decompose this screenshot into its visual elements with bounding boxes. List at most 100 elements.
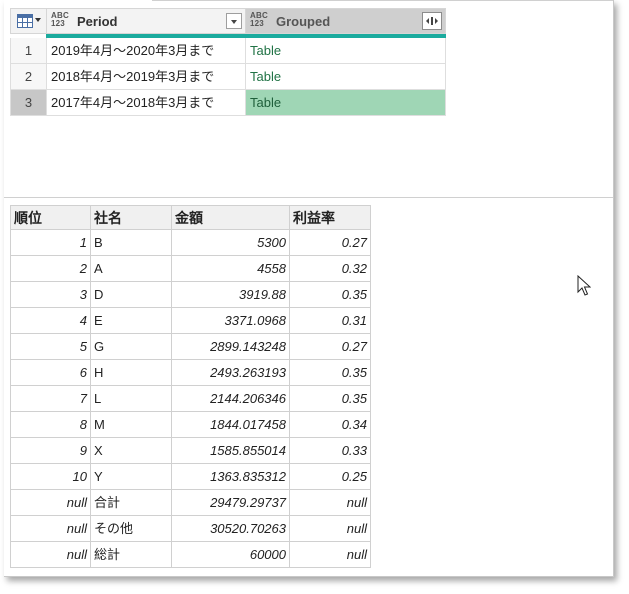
expand-columns-icon (426, 17, 438, 25)
preview-row: 6 H 2493.263193 0.35 (10, 360, 371, 386)
amount-cell: 1844.017458 (172, 412, 290, 438)
expand-columns-button[interactable] (422, 12, 442, 30)
company-cell: 合計 (91, 490, 172, 516)
preview-row: 5 G 2899.143248 0.27 (10, 334, 371, 360)
table-icon (17, 14, 33, 28)
company-cell: その他 (91, 516, 172, 542)
grouped-table-link[interactable]: Table (246, 64, 446, 90)
preview-splitter[interactable] (4, 197, 613, 198)
grouped-table-link[interactable]: Table (246, 38, 446, 64)
preview-row: 9 X 1585.855014 0.33 (10, 438, 371, 464)
company-cell: E (91, 308, 172, 334)
row-number[interactable]: 2 (10, 64, 46, 90)
margin-cell: null (290, 516, 371, 542)
amount-cell: 4558 (172, 256, 290, 282)
top-border (152, 0, 613, 1)
table-row[interactable]: 2 2018年4月～2019年3月まで Table (10, 64, 446, 90)
rank-cell: 2 (10, 256, 91, 282)
amount-cell: 3371.0968 (172, 308, 290, 334)
chevron-down-icon (35, 18, 41, 22)
amount-cell: 29479.29737 (172, 490, 290, 516)
company-cell: 総計 (91, 542, 172, 568)
margin-cell: null (290, 542, 371, 568)
company-cell: H (91, 360, 172, 386)
header-amount: 金額 (172, 205, 290, 230)
margin-cell: 0.33 (290, 438, 371, 464)
preview-header-row: 順位 社名 金額 利益率 (10, 205, 371, 230)
amount-cell: 60000 (172, 542, 290, 568)
table-row-selected[interactable]: 3 2017年4月～2018年3月まで Table (10, 90, 446, 116)
period-cell[interactable]: 2019年4月～2020年3月まで (46, 38, 246, 64)
amount-cell: 3919.88 (172, 282, 290, 308)
rank-cell: 8 (10, 412, 91, 438)
margin-cell: 0.27 (290, 230, 371, 256)
column-header-period[interactable]: ABC 123 Period (46, 8, 246, 34)
table-row[interactable]: 1 2019年4月～2020年3月まで Table (10, 38, 446, 64)
amount-cell: 30520.70263 (172, 516, 290, 542)
preview-row: 7 L 2144.206346 0.35 (10, 386, 371, 412)
type-label-bottom: 123 (51, 19, 65, 28)
table-menu-button[interactable] (10, 8, 46, 34)
table-preview-pane: 順位 社名 金額 利益率 1 B 5300 0.27 2 A 4558 0.32 3 D 3919.… (10, 205, 371, 568)
rank-cell: 5 (10, 334, 91, 360)
type-label-bottom: 123 (250, 19, 264, 28)
preview-row: 4 E 3371.0968 0.31 (10, 308, 371, 334)
header-margin: 利益率 (290, 205, 371, 230)
amount-cell: 1585.855014 (172, 438, 290, 464)
company-cell: G (91, 334, 172, 360)
margin-cell: 0.25 (290, 464, 371, 490)
grid-header-row: ABC 123 Period ABC 123 Grouped (10, 8, 446, 34)
margin-cell: 0.35 (290, 360, 371, 386)
header-company: 社名 (91, 205, 172, 230)
rank-cell: 7 (10, 386, 91, 412)
period-cell[interactable]: 2017年4月～2018年3月まで (46, 90, 246, 116)
rank-cell: null (10, 490, 91, 516)
company-cell: M (91, 412, 172, 438)
column-name: Period (77, 14, 118, 29)
margin-cell: 0.31 (290, 308, 371, 334)
rank-cell: 1 (10, 230, 91, 256)
amount-cell: 2899.143248 (172, 334, 290, 360)
margin-cell: 0.35 (290, 282, 371, 308)
column-type-icon: ABC 123 (250, 12, 270, 28)
mouse-pointer-icon (577, 275, 591, 296)
margin-cell: null (290, 490, 371, 516)
company-cell: Y (91, 464, 172, 490)
amount-cell: 5300 (172, 230, 290, 256)
filter-dropdown-button[interactable] (226, 13, 242, 29)
margin-cell: 0.34 (290, 412, 371, 438)
amount-cell: 2144.206346 (172, 386, 290, 412)
margin-cell: 0.32 (290, 256, 371, 282)
preview-row: 3 D 3919.88 0.35 (10, 282, 371, 308)
row-number[interactable]: 1 (10, 38, 46, 64)
margin-cell: 0.35 (290, 386, 371, 412)
preview-row: 8 M 1844.017458 0.34 (10, 412, 371, 438)
header-rank: 順位 (10, 205, 91, 230)
preview-row: null 合計 29479.29737 null (10, 490, 371, 516)
period-cell[interactable]: 2018年4月～2019年3月まで (46, 64, 246, 90)
amount-cell: 2493.263193 (172, 360, 290, 386)
company-cell: L (91, 386, 172, 412)
column-header-grouped[interactable]: ABC 123 Grouped (246, 8, 446, 34)
company-cell: A (91, 256, 172, 282)
rank-cell: null (10, 542, 91, 568)
company-cell: X (91, 438, 172, 464)
query-result-grid: ABC 123 Period ABC 123 Grouped 1 2019年4月… (10, 8, 446, 116)
preview-row: null 総計 60000 null (10, 542, 371, 568)
preview-row: 2 A 4558 0.32 (10, 256, 371, 282)
rank-cell: 6 (10, 360, 91, 386)
column-type-icon: ABC 123 (51, 12, 71, 28)
rank-cell: 4 (10, 308, 91, 334)
row-number[interactable]: 3 (10, 90, 46, 116)
grouped-table-link[interactable]: Table (246, 90, 446, 116)
rank-cell: 9 (10, 438, 91, 464)
preview-row: 1 B 5300 0.27 (10, 230, 371, 256)
rank-cell: 10 (10, 464, 91, 490)
company-cell: D (91, 282, 172, 308)
rank-cell: null (10, 516, 91, 542)
query-editor-window: ABC 123 Period ABC 123 Grouped 1 2019年4月… (4, 0, 614, 577)
margin-cell: 0.27 (290, 334, 371, 360)
preview-row: null その他 30520.70263 null (10, 516, 371, 542)
rank-cell: 3 (10, 282, 91, 308)
company-cell: B (91, 230, 172, 256)
